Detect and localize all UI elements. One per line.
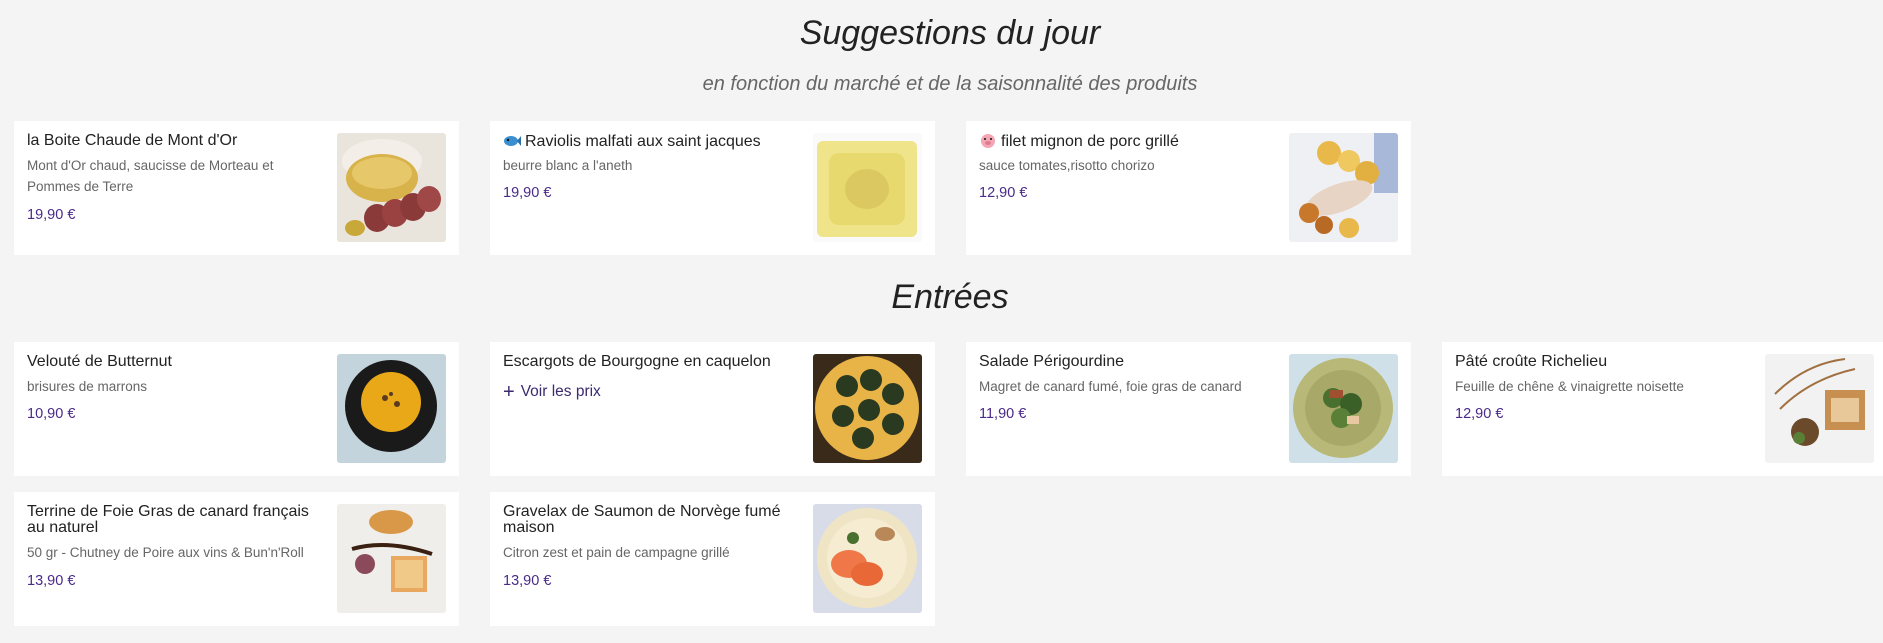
item-price: 10,90 €: [27, 406, 76, 422]
menu-item-card[interactable]: filet mignon de porc grillé sauce tomate…: [966, 121, 1411, 255]
menu-item-card[interactable]: Velouté de Butternut brisures de marrons…: [14, 342, 459, 476]
item-price: 19,90 €: [27, 207, 76, 223]
item-description: beurre blanc a l'aneth: [503, 158, 633, 173]
item-price: 12,90 €: [1455, 406, 1504, 422]
item-price: 13,90 €: [27, 573, 76, 589]
item-name: Pâté croûte Richelieu: [1455, 353, 1608, 370]
item-description: Feuille de chêne & vinaigrette noisette: [1455, 379, 1684, 394]
pig-icon: [979, 133, 997, 149]
item-description: Citron zest et pain de campagne grillé: [503, 545, 730, 560]
menu-item-card[interactable]: Escargots de Bourgogne en caquelon + Voir…: [490, 342, 935, 476]
menu-item-card[interactable]: Terrine de Foie Gras de canard français …: [14, 492, 459, 626]
item-description: Mont d'Or chaud, saucisse de Morteau et …: [27, 158, 274, 194]
menu-item-card[interactable]: Pâté croûte Richelieu Feuille de chêne &…: [1442, 342, 1883, 476]
fish-icon: [503, 133, 521, 149]
item-name: filet mignon de porc grillé: [979, 133, 1269, 150]
item-description: Magret de canard fumé, foie gras de cana…: [979, 379, 1242, 394]
menu-item-card[interactable]: Raviolis malfati aux saint jacques beurr…: [490, 121, 935, 255]
menu-item-card[interactable]: la Boite Chaude de Mont d'Or Mont d'Or c…: [14, 121, 459, 255]
suggestions-subtitle: en fonction du marché et de la saisonnal…: [702, 73, 1198, 95]
plus-icon: +: [503, 381, 515, 403]
item-price: 13,90 €: [503, 573, 552, 589]
item-photo: [1289, 354, 1398, 463]
menu-item-card[interactable]: Gravelax de Saumon de Norvège fumé maiso…: [490, 492, 935, 626]
item-photo: [813, 354, 922, 463]
item-photo: [813, 133, 922, 242]
item-name: Escargots de Bourgogne en caquelon: [503, 353, 771, 370]
menu-item-card[interactable]: Salade Périgourdine Magret de canard fum…: [966, 342, 1411, 476]
item-name: Terrine de Foie Gras de canard français …: [27, 503, 309, 536]
item-photo: [337, 354, 446, 463]
suggestions-title: Suggestions du jour: [799, 14, 1101, 52]
item-name: la Boite Chaude de Mont d'Or: [27, 132, 238, 149]
item-description: brisures de marrons: [27, 379, 148, 394]
item-description: 50 gr - Chutney de Poire aux vins & Bun'…: [27, 545, 304, 560]
voir-prix-link[interactable]: + Voir les prix: [503, 381, 601, 404]
item-name: Raviolis malfati aux saint jacques: [503, 133, 793, 150]
item-name: Salade Périgourdine: [979, 353, 1124, 370]
item-photo: [337, 133, 446, 242]
item-description: sauce tomates,risotto chorizo: [979, 158, 1155, 173]
item-price: 12,90 €: [979, 185, 1028, 201]
item-photo: [813, 504, 922, 613]
entrees-title: Entrées: [891, 278, 1009, 316]
item-name: Velouté de Butternut: [27, 353, 172, 370]
item-price: 19,90 €: [503, 185, 552, 201]
item-photo: [1289, 133, 1398, 242]
item-photo: [1765, 354, 1874, 463]
item-photo: [337, 504, 446, 613]
item-name: Gravelax de Saumon de Norvège fumé maiso…: [503, 503, 781, 536]
item-price: 11,90 €: [979, 406, 1027, 422]
